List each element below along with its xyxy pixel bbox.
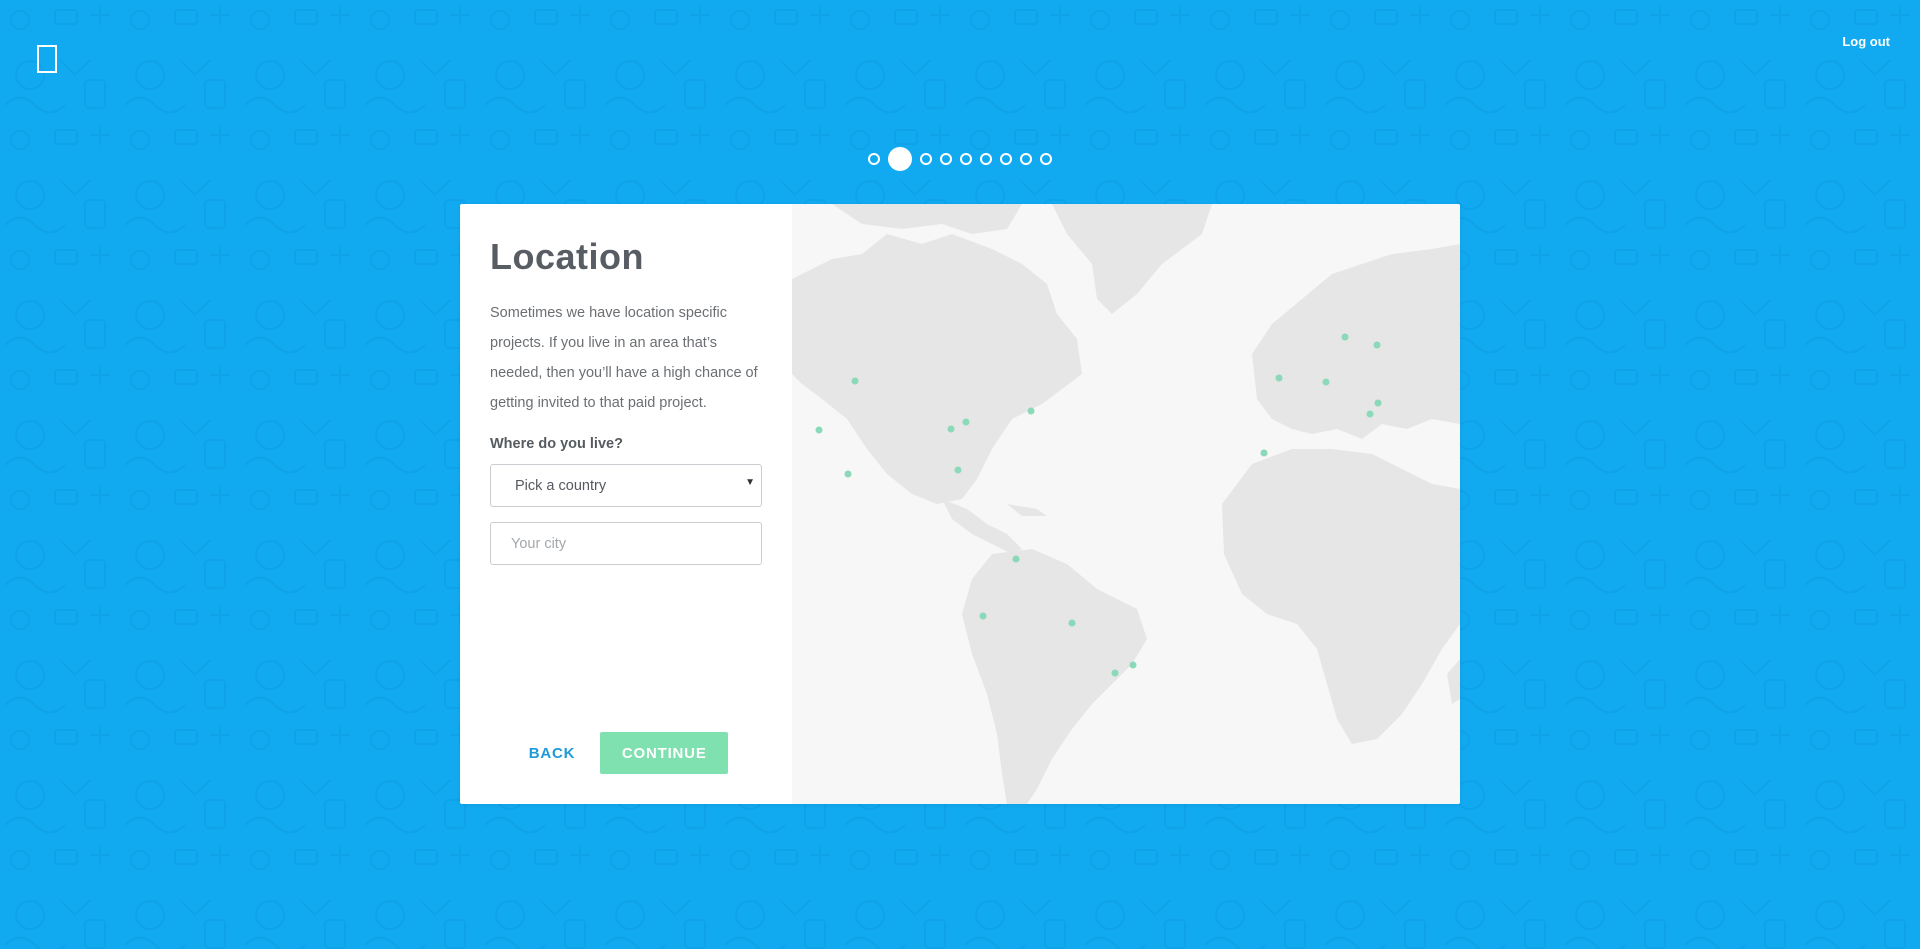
page-title: Location — [490, 236, 644, 277]
description-text: Sometimes we have location specific proj… — [490, 305, 758, 411]
map-marker — [947, 425, 955, 433]
progress-steps — [0, 146, 1920, 172]
map-marker — [1027, 407, 1035, 415]
madagascar-shape — [1447, 659, 1460, 704]
map-marker — [1322, 378, 1330, 386]
caribbean-shape — [1007, 504, 1047, 516]
map-marker — [1374, 399, 1382, 407]
step-dot — [1000, 153, 1012, 165]
step-dot — [868, 153, 880, 165]
map-marker — [962, 418, 970, 426]
central-america-shape — [942, 499, 1022, 554]
form-panel: Location Sometimes we have location spec… — [460, 204, 792, 804]
map-marker — [1341, 333, 1349, 341]
step-dot — [960, 153, 972, 165]
country-select[interactable]: Pick a country ▼ — [490, 464, 762, 507]
triangle-down-icon: ▼ — [745, 477, 755, 488]
map-marker — [1129, 661, 1137, 669]
map-marker — [1260, 449, 1268, 457]
map-marker — [1275, 374, 1283, 382]
map-marker — [954, 466, 962, 474]
country-select-value: Pick a country — [515, 478, 607, 494]
map-marker — [844, 470, 852, 478]
map-marker — [1068, 619, 1076, 627]
step-dot — [1020, 153, 1032, 165]
step-dot — [940, 153, 952, 165]
location-card: Location Sometimes we have location spec… — [460, 204, 1460, 804]
continents — [792, 204, 1460, 804]
greenland-shape — [1052, 204, 1212, 314]
step-dot — [920, 153, 932, 165]
step-dot-active — [888, 147, 912, 171]
world-map — [792, 204, 1460, 804]
north-america-shape — [792, 234, 1082, 504]
city-input[interactable] — [490, 522, 762, 565]
form-actions: BACK CONTINUE — [460, 732, 792, 774]
map-marker — [815, 426, 823, 434]
map-marker — [851, 377, 859, 385]
logout-link[interactable]: Log out — [1842, 34, 1890, 49]
map-marker — [1111, 669, 1119, 677]
map-marker — [979, 612, 987, 620]
map-marker — [1366, 410, 1374, 418]
logo-outline-icon[interactable] — [37, 45, 57, 73]
south-america-shape — [962, 549, 1147, 804]
world-map-graphic — [792, 204, 1460, 804]
africa-shape — [1222, 449, 1460, 744]
step-dot — [1040, 153, 1052, 165]
map-marker — [1373, 341, 1381, 349]
continue-button[interactable]: CONTINUE — [600, 732, 729, 774]
europe-shape — [1252, 244, 1460, 439]
arctic-islands-shape — [832, 204, 1022, 234]
map-marker — [1012, 555, 1020, 563]
question-label: Where do you live? — [490, 436, 623, 452]
step-dot — [980, 153, 992, 165]
back-button[interactable]: BACK — [524, 745, 581, 762]
